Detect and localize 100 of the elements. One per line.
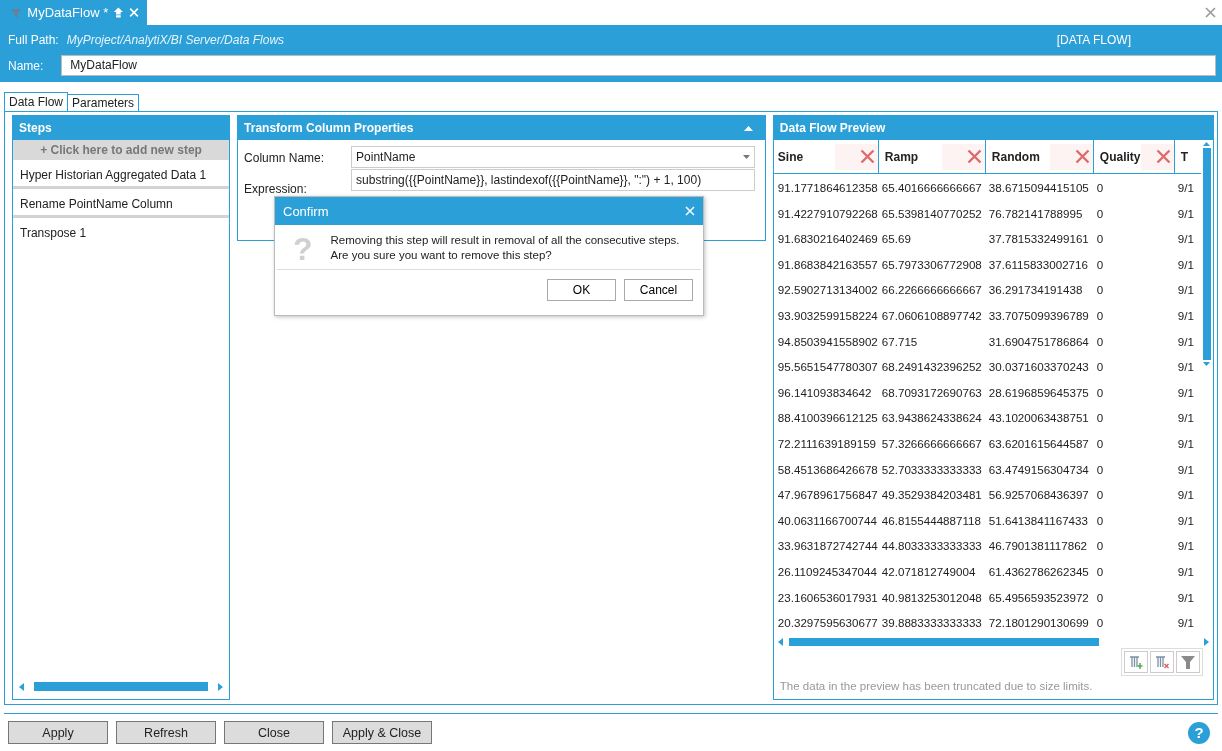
table-cell-text: 65.4016666666667 xyxy=(880,180,983,196)
table-cell-text: 0 xyxy=(1095,589,1105,606)
table-cell-text: 38.6715094415105 xyxy=(987,180,1090,196)
scroll-right-icon[interactable] xyxy=(218,682,223,691)
table-cell-text: 65.5398140770252 xyxy=(880,205,983,222)
table-cell-text: 91.4227910792268 xyxy=(776,205,878,222)
table-cell-text: 9/1 xyxy=(1176,538,1195,555)
panel-title: Data Flow Preview xyxy=(773,116,1213,140)
dialog-button[interactable]: Cancel xyxy=(624,279,693,301)
table-cell-text: 93.9032599158224 xyxy=(776,307,878,324)
step-item[interactable]: Hyper Historian Aggregated Data 1 xyxy=(13,160,230,189)
table-cell-text: 88.4100396612125 xyxy=(776,410,878,427)
table-cell-text: 0 xyxy=(1095,384,1105,401)
table-cell-text: 65.69 xyxy=(880,231,912,248)
table-cell-text: 28.6196859645375 xyxy=(987,384,1090,401)
tab[interactable]: Parameters xyxy=(67,94,140,111)
table-cell-text: 68.7093172690763 xyxy=(880,384,983,401)
table-cell-text: 61.4362786262345 xyxy=(987,563,1090,580)
table-cell-text: 91.8683842163557 xyxy=(776,256,878,273)
filter-button[interactable] xyxy=(1176,650,1200,673)
table-cell-text: 91.6830216402469 xyxy=(776,231,878,248)
table-cell-text: 0 xyxy=(1095,512,1105,529)
scroll-left-icon[interactable] xyxy=(19,682,24,691)
table-cell-text: 65.4956593523972 xyxy=(987,589,1090,606)
panel-title: Transform Column Properties xyxy=(244,120,414,137)
table-cell-text: 57.3266666666667 xyxy=(880,435,983,452)
close-icon[interactable] xyxy=(1205,7,1216,18)
table-cell-text: 72.1801290130699 xyxy=(987,615,1090,632)
remove-column-icon[interactable] xyxy=(1155,149,1171,164)
column-header[interactable]: Random xyxy=(984,140,1093,173)
table-cell-text: 9/1 xyxy=(1176,205,1195,222)
table-cell-text: 23.1606536017931 xyxy=(776,589,878,606)
footer-button[interactable]: Apply xyxy=(8,721,108,744)
table-cell-text: 0 xyxy=(1095,359,1105,376)
table-cell-text: 39.8883333333333 xyxy=(880,615,983,632)
table-cell-text: 26.1109245347044 xyxy=(776,563,878,580)
step-item[interactable]: Transpose 1 xyxy=(13,218,230,244)
table-cell-text: 0 xyxy=(1095,282,1105,299)
table-cell-text: 9/1 xyxy=(1176,359,1195,376)
collapse-icon[interactable] xyxy=(743,125,753,131)
expression-field[interactable]: substring({{PointName}}, lastindexof({{PointName}}, ":") + 1, 100) xyxy=(351,169,755,191)
scrollbar-thumb[interactable] xyxy=(34,682,208,691)
dialog-button[interactable]: OK xyxy=(547,279,616,301)
table-cell-text: 37.6115833002716 xyxy=(987,256,1089,273)
column-header[interactable]: Ramp xyxy=(877,140,985,173)
table-cell-text: 95.5651547780307 xyxy=(776,359,878,376)
table-cell-text: 49.3529384203481 xyxy=(880,487,983,504)
table-cell-text: 65.7973306772908 xyxy=(880,256,983,273)
column-header[interactable]: Sine xyxy=(773,140,878,173)
scroll-left-icon[interactable] xyxy=(777,637,783,646)
panel-title: Steps xyxy=(13,116,230,140)
table-cell-text: 0 xyxy=(1095,435,1105,452)
table-cell-text: 56.9257068436397 xyxy=(987,487,1090,504)
document-title: MyDataFlow * xyxy=(27,5,109,20)
table-cell-text: 9/1 xyxy=(1176,410,1195,427)
table-cell-text: 0 xyxy=(1095,538,1105,555)
expression-label: Expression: xyxy=(244,181,308,196)
dialog-message: Removing this step will result in removal of all the consecutive steps. Are you sure you want to remove this step? xyxy=(330,233,680,263)
footer-button[interactable]: Close xyxy=(224,721,324,744)
table-cell-text: 46.8155444887118 xyxy=(880,512,982,529)
table-cell-text: 9/1 xyxy=(1176,256,1195,273)
remove-column-icon[interactable] xyxy=(859,149,875,164)
table-cell-text: 33.9631872742744 xyxy=(776,538,878,555)
pin-icon[interactable] xyxy=(113,5,124,20)
table-cell-text: 42.071812749004 xyxy=(880,563,977,580)
scroll-down-icon[interactable] xyxy=(1203,362,1211,366)
add-column-button[interactable] xyxy=(1124,650,1148,673)
remove-column-icon[interactable] xyxy=(1074,149,1090,164)
remove-column-icon xyxy=(1154,653,1170,670)
name-field[interactable]: MyDataFlow xyxy=(61,55,1216,76)
table-cell-text: 9/1 xyxy=(1176,563,1195,580)
table-cell-text: 9/1 xyxy=(1176,512,1195,529)
table-cell-text: 0 xyxy=(1095,487,1105,504)
scrollbar-thumb[interactable] xyxy=(1202,148,1211,360)
table-cell-text: 92.5902713134002 xyxy=(776,282,878,299)
tab[interactable]: Data Flow xyxy=(4,92,69,111)
footer-button[interactable]: Apply & Close xyxy=(332,721,432,744)
table-cell-text: 0 xyxy=(1095,410,1105,427)
table-cell-text: 91.1771864612358 xyxy=(776,180,878,196)
footer-button[interactable]: Refresh xyxy=(116,721,216,744)
table-cell-text: 40.9813253012048 xyxy=(880,589,983,606)
path-text: MyProject/AnalytiX/BI Server/Data Flows xyxy=(66,33,285,47)
table-cell-text: 94.8503941558902 xyxy=(776,333,878,350)
table-cell-text: 0 xyxy=(1095,256,1105,273)
remove-column-button[interactable] xyxy=(1150,650,1174,673)
table-cell-text: 72.2111639189159 xyxy=(776,435,878,452)
table-cell-text: 58.4513686426678 xyxy=(776,461,878,478)
table-cell-text: 0 xyxy=(1095,333,1105,350)
table-cell-text: 9/1 xyxy=(1176,307,1195,324)
column-header[interactable]: Quality xyxy=(1092,140,1174,173)
scroll-up-icon[interactable] xyxy=(1203,142,1211,146)
scrollbar-thumb[interactable] xyxy=(788,637,1099,646)
table-cell-text: 96.141093834642 xyxy=(776,384,873,401)
scroll-right-icon[interactable] xyxy=(1204,637,1209,646)
table-cell-text: 9/1 xyxy=(1176,487,1195,504)
step-item[interactable]: Rename PointName Column xyxy=(13,189,230,218)
filter-icon xyxy=(1180,653,1196,670)
table-cell-text: 0 xyxy=(1095,461,1105,478)
column-name-dropdown[interactable]: PointName xyxy=(351,146,755,168)
remove-column-icon[interactable] xyxy=(966,149,982,164)
